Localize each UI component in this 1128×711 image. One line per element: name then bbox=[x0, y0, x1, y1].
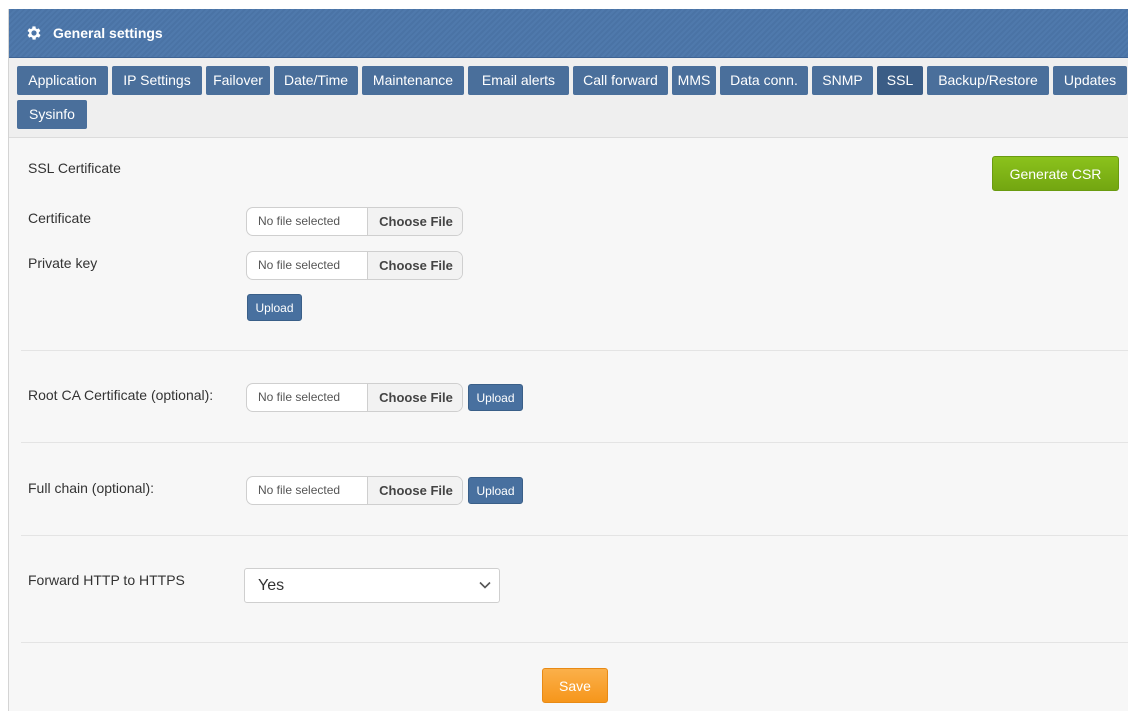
save-button[interactable]: Save bbox=[542, 668, 608, 703]
panel-header: General settings bbox=[9, 9, 1128, 58]
root-ca-choose-file-button[interactable]: Choose File bbox=[367, 384, 462, 411]
ssl-upload-button[interactable]: Upload bbox=[247, 294, 302, 321]
private-key-file-name: No file selected bbox=[258, 258, 341, 272]
forward-https-value: Yes bbox=[258, 577, 285, 594]
certificate-label: Certificate bbox=[28, 210, 92, 226]
tab-snmp[interactable]: SNMP bbox=[812, 66, 873, 95]
gear-icon bbox=[27, 26, 41, 40]
full-chain-choose-file-button[interactable]: Choose File bbox=[367, 477, 462, 504]
tab-updates[interactable]: Updates bbox=[1053, 66, 1127, 95]
tab-data-conn[interactable]: Data conn. bbox=[720, 66, 808, 95]
certificate-file-name: No file selected bbox=[258, 214, 341, 228]
tab-call-forward[interactable]: Call forward bbox=[573, 66, 668, 95]
private-key-label: Private key bbox=[28, 255, 98, 271]
certificate-choose-file-button[interactable]: Choose File bbox=[367, 208, 462, 235]
root-ca-file-name: No file selected bbox=[258, 390, 341, 404]
settings-panel: General settings Application IP Settings… bbox=[8, 9, 1128, 711]
tab-backup-restore[interactable]: Backup/Restore bbox=[927, 66, 1049, 95]
tab-sysinfo[interactable]: Sysinfo bbox=[17, 100, 87, 129]
private-key-file-input[interactable]: No file selected Choose File bbox=[246, 251, 463, 280]
tab-date-time[interactable]: Date/Time bbox=[274, 66, 358, 95]
tab-email-alerts[interactable]: Email alerts bbox=[468, 66, 569, 95]
generate-csr-button[interactable]: Generate CSR bbox=[992, 156, 1119, 191]
divider bbox=[21, 442, 1128, 443]
root-ca-file-input[interactable]: No file selected Choose File bbox=[246, 383, 463, 412]
full-chain-file-input[interactable]: No file selected Choose File bbox=[246, 476, 463, 505]
full-chain-file-name: No file selected bbox=[258, 483, 341, 497]
full-chain-label: Full chain (optional): bbox=[28, 480, 155, 496]
root-ca-label: Root CA Certificate (optional): bbox=[28, 387, 214, 403]
tab-failover[interactable]: Failover bbox=[206, 66, 270, 95]
forward-https-label: Forward HTTP to HTTPS bbox=[28, 572, 185, 588]
certificate-file-input[interactable]: No file selected Choose File bbox=[246, 207, 463, 236]
tab-ip-settings[interactable]: IP Settings bbox=[112, 66, 202, 95]
tab-maintenance[interactable]: Maintenance bbox=[362, 66, 464, 95]
divider bbox=[21, 642, 1128, 643]
full-chain-upload-button[interactable]: Upload bbox=[468, 477, 523, 504]
ssl-section-title: SSL Certificate bbox=[28, 160, 121, 176]
private-key-choose-file-button[interactable]: Choose File bbox=[367, 252, 462, 279]
root-ca-upload-button[interactable]: Upload bbox=[468, 384, 523, 411]
panel-title: General settings bbox=[53, 25, 163, 41]
forward-https-select[interactable]: Yes bbox=[244, 568, 500, 603]
chevron-down-icon bbox=[479, 581, 491, 589]
divider bbox=[21, 535, 1128, 536]
tab-mms[interactable]: MMS bbox=[672, 66, 716, 95]
tab-bar: Application IP Settings Failover Date/Ti… bbox=[9, 58, 1128, 138]
divider bbox=[21, 350, 1128, 351]
tab-application[interactable]: Application bbox=[17, 66, 108, 95]
tab-ssl[interactable]: SSL bbox=[877, 66, 923, 95]
